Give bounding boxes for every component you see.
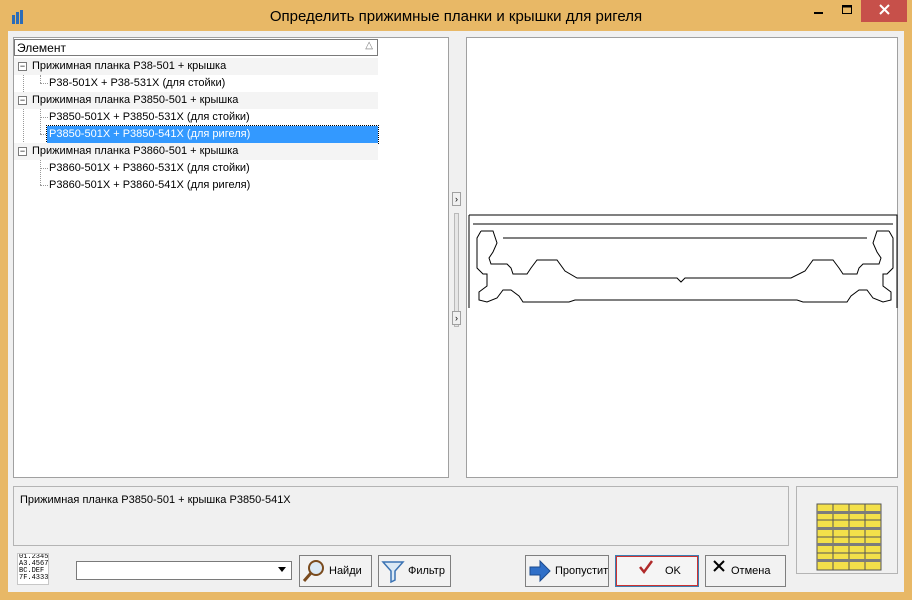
find-button-label: Найди xyxy=(329,565,362,577)
minimize-icon xyxy=(814,5,824,18)
tree-item[interactable]: Р3860-501X + Р3860-531X (для стойки) xyxy=(14,160,378,177)
cancel-button[interactable]: Отмена xyxy=(705,555,786,587)
close-icon xyxy=(878,4,890,18)
dialog-window: Определить прижимные планки и крышки для… xyxy=(0,0,912,600)
chevron-down-icon[interactable] xyxy=(278,567,286,572)
cancel-button-label: Отмена xyxy=(731,565,771,577)
collapse-icon[interactable]: − xyxy=(18,147,27,156)
tree-group-label: Прижимная планка Р3860-501 + крышка xyxy=(32,145,239,157)
description-text: Прижимная планка Р3850-501 + крышка Р385… xyxy=(20,494,291,506)
tree-item-label: Р3860-501X + Р3860-541X (для ригеля) xyxy=(49,179,251,191)
expand-right-button[interactable]: › xyxy=(452,192,461,206)
search-combo[interactable] xyxy=(76,561,292,580)
tree-item-label: Р38-501X + Р38-531X (для стойки) xyxy=(49,77,226,89)
tree-group-p3860[interactable]: − Прижимная планка Р3860-501 + крышка xyxy=(14,143,378,160)
filter-button-label: Фильтр xyxy=(408,565,445,577)
skip-button[interactable]: Пропустит xyxy=(525,555,609,587)
title-bar: Определить прижимные планки и крышки для… xyxy=(0,0,912,32)
maximize-button[interactable] xyxy=(833,0,861,22)
ok-button[interactable]: OK xyxy=(615,555,699,587)
maximize-icon xyxy=(841,4,853,18)
ok-button-label: OK xyxy=(665,565,681,577)
tree-group-p38[interactable]: − Прижимная планка Р38-501 + крышка xyxy=(14,58,378,75)
window-title: Определить прижимные планки и крышки для… xyxy=(269,8,643,25)
tree-group-p3850[interactable]: − Прижимная планка Р3850-501 + крышка xyxy=(14,92,378,109)
facade-grid-icon xyxy=(816,503,882,571)
splitter-handle[interactable] xyxy=(454,213,459,327)
selection-description: Прижимная планка Р3850-501 + крышка Р385… xyxy=(13,486,789,546)
close-button[interactable] xyxy=(861,0,907,22)
pane-splitter[interactable]: › › xyxy=(451,37,463,478)
collapse-icon[interactable]: − xyxy=(18,62,27,71)
number-format-button[interactable]: 01.2345 A3.4567 BC.DEF 7F.4333 xyxy=(17,553,49,585)
x-icon xyxy=(712,559,728,583)
arrow-right-icon xyxy=(528,559,552,583)
element-tree[interactable]: Элемент △ − Прижимная планка Р38-501 + к… xyxy=(13,37,449,478)
tree-item-label: Р3860-501X + Р3860-531X (для стойки) xyxy=(49,162,250,174)
checkmark-icon xyxy=(638,559,662,583)
client-area: Элемент △ − Прижимная планка Р38-501 + к… xyxy=(8,31,904,592)
tree-item-label: Р3850-501X + Р3850-541X (для ригеля) xyxy=(46,125,379,144)
tree-item-label: Р3850-501X + Р3850-531X (для стойки) xyxy=(49,111,250,123)
tree-item-selected[interactable]: Р3850-501X + Р3850-541X (для ригеля) xyxy=(14,125,379,144)
minimize-button[interactable] xyxy=(805,0,833,22)
profile-drawing xyxy=(468,214,898,308)
chevron-right-icon: › xyxy=(455,194,458,204)
funnel-icon xyxy=(381,559,405,584)
magnifier-icon xyxy=(302,559,326,583)
skip-button-label: Пропустит xyxy=(555,565,609,577)
tree-item[interactable]: Р3860-501X + Р3860-541X (для ригеля) xyxy=(14,177,378,194)
find-button[interactable]: Найди xyxy=(299,555,372,587)
collapse-right-button[interactable]: › xyxy=(452,311,461,325)
sort-triangle-icon: △ xyxy=(365,40,373,51)
format-line: 7F.4333 xyxy=(19,574,49,582)
tree-group-label: Прижимная планка Р38-501 + крышка xyxy=(32,60,227,72)
collapse-icon[interactable]: − xyxy=(18,96,27,105)
tree-item[interactable]: Р3850-501X + Р3850-531X (для стойки) xyxy=(14,109,378,126)
chevron-right-icon: › xyxy=(455,313,458,323)
filter-button[interactable]: Фильтр xyxy=(378,555,451,587)
tree-item[interactable]: Р38-501X + Р38-531X (для стойки) xyxy=(14,75,378,92)
tree-group-label: Прижимная планка Р3850-501 + крышка xyxy=(32,94,239,106)
column-header-element[interactable]: Элемент △ xyxy=(14,39,378,56)
column-header-label: Элемент xyxy=(17,41,66,55)
pattern-thumbnail xyxy=(796,486,898,574)
profile-preview xyxy=(466,37,898,478)
